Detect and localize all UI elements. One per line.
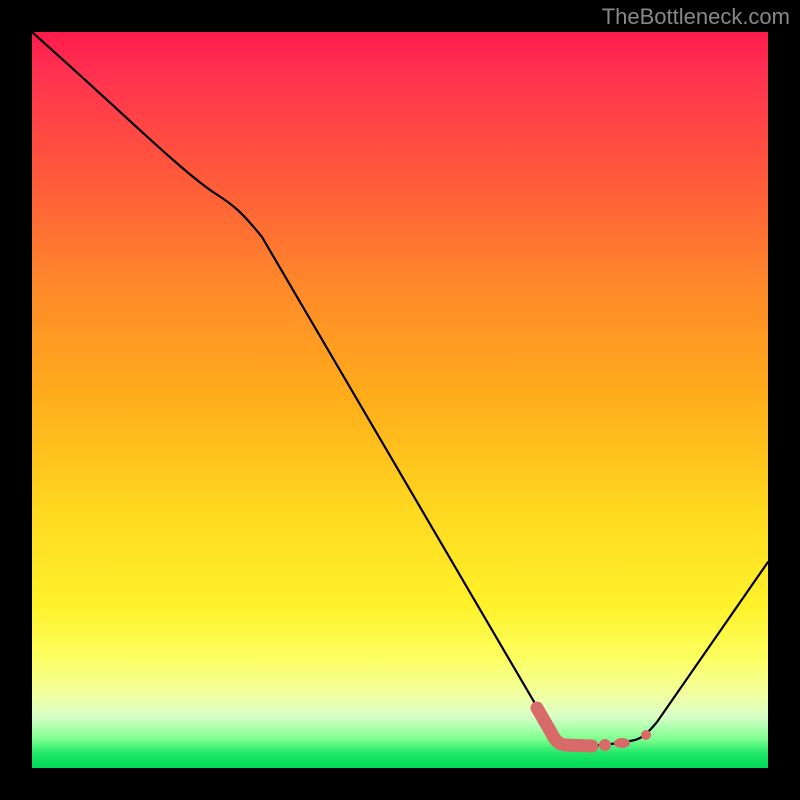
highlight-dot (641, 730, 651, 740)
watermark-text: TheBottleneck.com (602, 4, 790, 30)
highlight-segment (537, 708, 592, 746)
chart-svg (32, 32, 768, 768)
highlight-dot (599, 739, 611, 751)
highlight-dot (614, 738, 630, 748)
plot-area (32, 32, 768, 768)
bottleneck-curve-line (32, 32, 768, 746)
chart-container: TheBottleneck.com (0, 0, 800, 800)
